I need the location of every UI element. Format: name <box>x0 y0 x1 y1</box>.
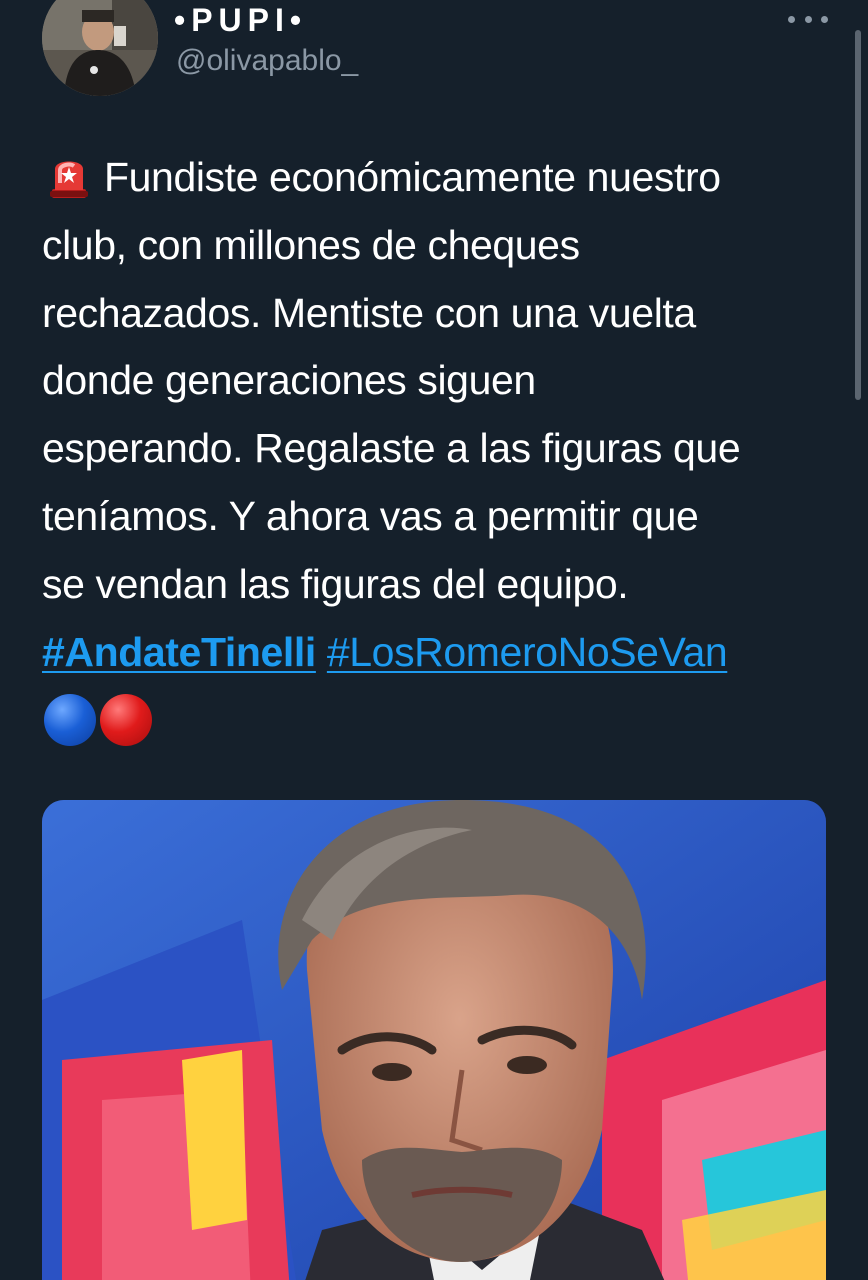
hashtag-losromeronosevan[interactable]: #LosRomeroNoSeVan <box>327 629 728 675</box>
more-dot <box>821 15 828 23</box>
tweet-text: Fundiste económicamente nuestro club, co… <box>42 144 842 686</box>
avatar[interactable] <box>42 0 158 96</box>
more-dot <box>788 15 795 23</box>
username-handle[interactable]: @olivapablo_ <box>176 44 358 78</box>
tweet-line: club, con millones de cheques <box>42 221 580 268</box>
hashtag-line: #AndateTinelli #LosRomeroNoSeVan <box>42 619 842 687</box>
emoji-row <box>44 694 152 748</box>
tweet-line: donde generaciones siguen <box>42 357 536 404</box>
tweet-line: teníamos. Y ahora vas a permitir que <box>42 492 699 539</box>
avatar-photo <box>42 0 158 96</box>
red-circle-emoji <box>100 694 152 746</box>
tweet-line: rechazados. Mentiste con una vuelta <box>42 289 696 336</box>
tweet-line: esperando. Regalaste a las figuras que <box>42 425 741 472</box>
tweet-screen: •PUPI• @olivapablo_ Fundiste económicame… <box>0 0 868 1280</box>
more-options-icon[interactable] <box>788 8 828 30</box>
tweet-line: se vendan las figuras del equipo. <box>42 560 629 607</box>
display-name[interactable]: •PUPI• <box>174 2 307 39</box>
hashtag-andatetinelli[interactable]: #AndateTinelli <box>42 629 316 675</box>
photo-illustration <box>42 800 826 1280</box>
blue-circle-emoji <box>44 694 96 746</box>
more-dot <box>804 15 812 23</box>
scrollbar[interactable] <box>855 30 861 400</box>
tweet-line-text: Fundiste económicamente nuestro <box>104 154 721 200</box>
tweet-line: Fundiste económicamente nuestro <box>42 144 842 212</box>
siren-icon <box>50 161 88 198</box>
tweet-media-image[interactable] <box>42 800 826 1280</box>
